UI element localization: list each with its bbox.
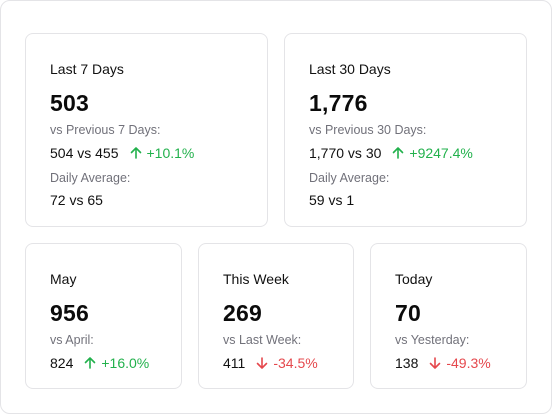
card-title: May	[50, 271, 77, 287]
comparison-row: 1,770 vs 30 +9247.4%	[309, 145, 473, 161]
comparison-values: 138	[395, 355, 419, 371]
arrow-down-icon	[257, 357, 268, 369]
stat-card-last-7-days: Last 7 Days 503 vs Previous 7 Days: 504 …	[25, 33, 268, 227]
change-percent: -49.3%	[446, 355, 491, 371]
average-label: Daily Average:	[309, 171, 390, 185]
comparison-values: 824	[50, 355, 74, 371]
stat-card-this-week: This Week 269 vs Last Week: 411 -34.5%	[198, 243, 354, 389]
arrow-up-icon	[393, 147, 404, 159]
comparison-values: 504 vs 455	[50, 145, 119, 161]
comparison-values: 411	[223, 355, 246, 371]
arrow-down-icon	[430, 357, 441, 369]
comparison-values: 1,770 vs 30	[309, 145, 382, 161]
comparison-row: 504 vs 455 +10.1%	[50, 145, 194, 161]
comparison-label: vs Previous 30 Days:	[309, 123, 427, 137]
card-value: 956	[50, 300, 89, 326]
comparison-label: vs Yesterday:	[395, 333, 470, 347]
stat-card-month: May 956 vs April: 824 +16.0%	[25, 243, 182, 389]
comparison-label: vs April:	[50, 333, 94, 347]
stat-card-last-30-days: Last 30 Days 1,776 vs Previous 30 Days: …	[284, 33, 527, 227]
card-value: 269	[223, 300, 262, 326]
card-value: 70	[395, 300, 421, 326]
card-title: Last 30 Days	[309, 61, 391, 77]
arrow-up-icon	[130, 147, 141, 159]
average-label: Daily Average:	[50, 171, 131, 185]
card-title: This Week	[223, 271, 289, 287]
comparison-row: 138 -49.3%	[395, 355, 491, 371]
comparison-label: vs Previous 7 Days:	[50, 123, 161, 137]
comparison-row: 411 -34.5%	[223, 355, 318, 371]
comparison-row: 824 +16.0%	[50, 355, 149, 371]
change-percent: +16.0%	[101, 355, 150, 371]
change-percent: +9247.4%	[409, 145, 473, 161]
change-percent: -34.5%	[273, 355, 318, 371]
card-value: 1,776	[309, 90, 368, 116]
card-value: 503	[50, 90, 89, 116]
stat-card-today: Today 70 vs Yesterday: 138 -49.3%	[370, 243, 527, 389]
comparison-label: vs Last Week:	[223, 333, 302, 347]
card-title: Today	[395, 271, 433, 287]
arrow-up-icon	[85, 357, 96, 369]
average-values: 59 vs 1	[309, 192, 355, 208]
average-values: 72 vs 65	[50, 192, 103, 208]
card-title: Last 7 Days	[50, 61, 124, 77]
change-percent: +10.1%	[146, 145, 195, 161]
